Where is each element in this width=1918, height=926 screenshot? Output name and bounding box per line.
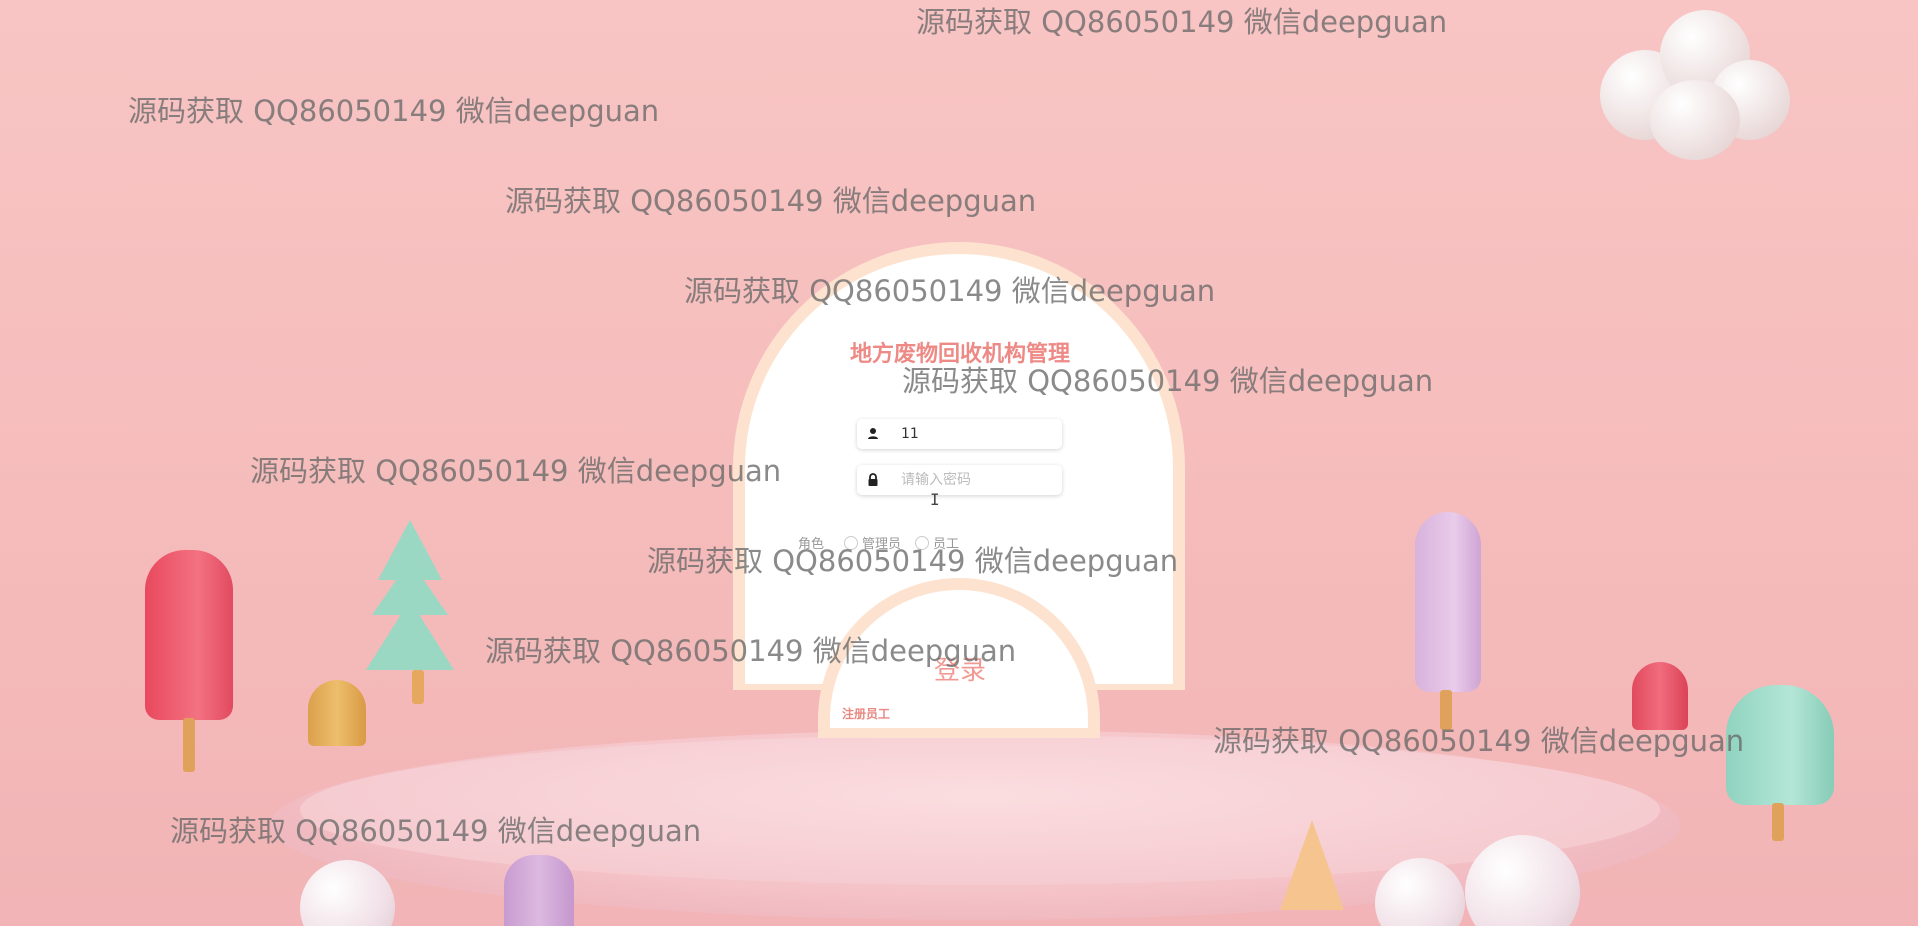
- popsicle-stick: [183, 718, 195, 772]
- dome-decoration: [1632, 662, 1688, 730]
- watermark-text: 源码获取 QQ86050149 微信deepguan: [128, 94, 660, 128]
- password-field[interactable]: [857, 465, 1062, 495]
- watermark-text: 源码获取 QQ86050149 微信deepguan: [250, 454, 782, 488]
- popsicle-decoration: [145, 550, 233, 720]
- username-input[interactable]: [901, 422, 1051, 446]
- text-cursor-icon: I: [930, 490, 940, 509]
- username-field[interactable]: [857, 419, 1062, 449]
- lock-icon: [868, 473, 878, 486]
- watermark-text: 源码获取 QQ86050149 微信deepguan: [1213, 724, 1745, 758]
- popsicle-decoration: [1415, 512, 1481, 692]
- register-employee-link[interactable]: 注册员工: [842, 705, 890, 722]
- watermark-text: 源码获取 QQ86050149 微信deepguan: [916, 5, 1448, 39]
- cloud-decoration: [1650, 80, 1740, 160]
- watermark-text: 源码获取 QQ86050149 微信deepguan: [684, 274, 1216, 308]
- tree-trunk: [412, 670, 424, 704]
- block-decoration: [504, 855, 574, 926]
- tree-decoration: [366, 600, 454, 670]
- dome-decoration: [308, 680, 366, 746]
- user-icon: [868, 428, 878, 439]
- watermark-text: 源码获取 QQ86050149 微信deepguan: [505, 184, 1037, 218]
- password-input[interactable]: [901, 468, 1051, 492]
- watermark-text: 源码获取 QQ86050149 微信deepguan: [902, 364, 1434, 398]
- cone-decoration: [1280, 820, 1344, 910]
- watermark-text: 源码获取 QQ86050149 微信deepguan: [485, 634, 1017, 668]
- watermark-text: 源码获取 QQ86050149 微信deepguan: [170, 814, 702, 848]
- popsicle-stick: [1772, 803, 1784, 841]
- watermark-text: 源码获取 QQ86050149 微信deepguan: [647, 544, 1179, 578]
